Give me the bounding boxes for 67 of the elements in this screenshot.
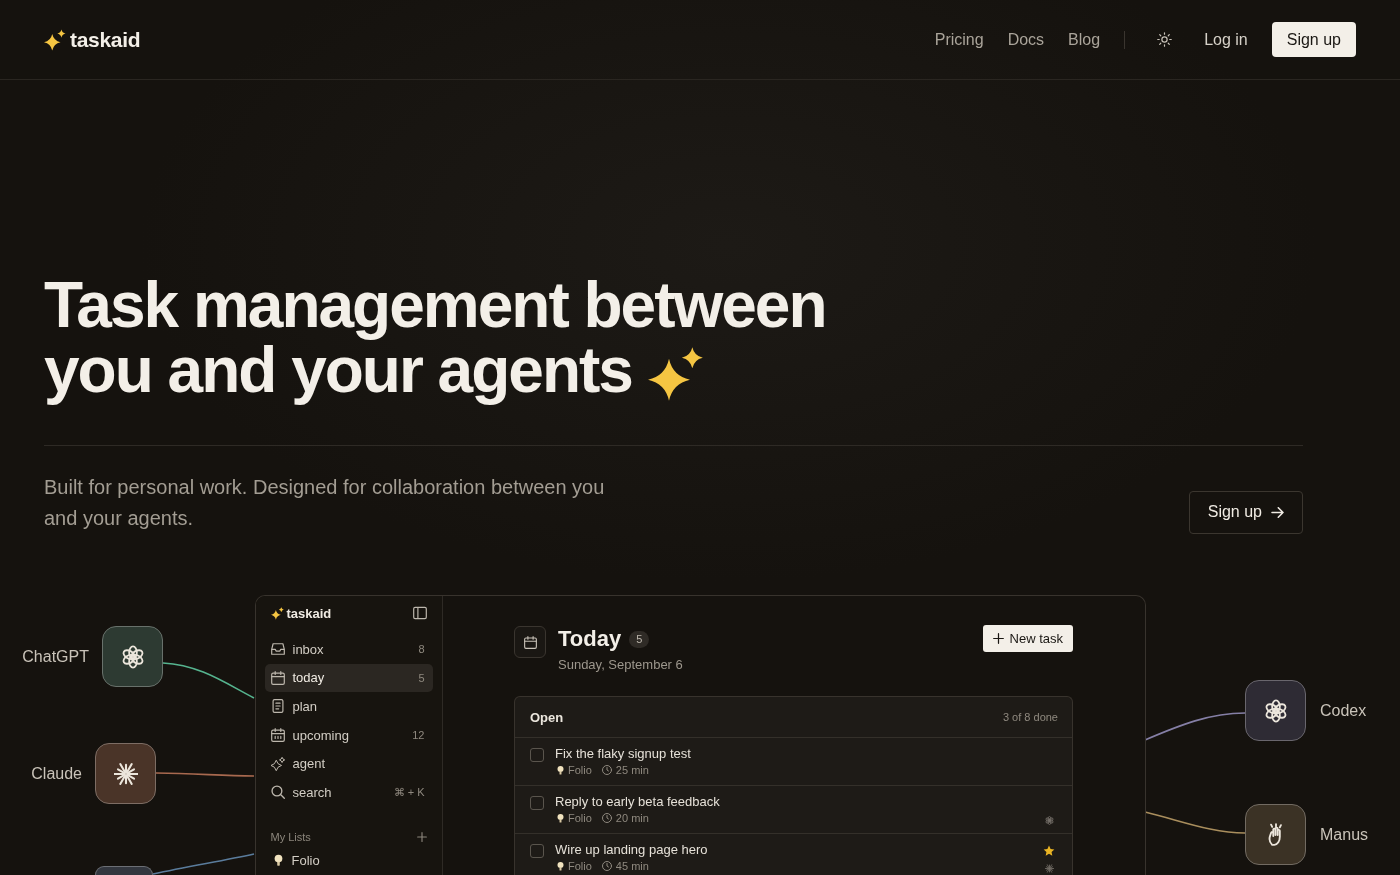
list-name: Folio (568, 764, 592, 776)
clock-icon (601, 861, 612, 871)
nav-link[interactable]: Docs (1007, 30, 1045, 49)
clock-icon (601, 813, 612, 823)
calendar-icon (514, 626, 546, 658)
notebook-icon (270, 699, 285, 714)
signup-button[interactable]: Sign up (1271, 22, 1356, 57)
checkbox[interactable] (530, 844, 544, 858)
duration-text: 25 min (615, 764, 649, 776)
bulb-icon (557, 860, 564, 872)
app-logo: taskaid (286, 605, 332, 621)
bulb-icon (557, 764, 564, 776)
task-title: Wire up landing page hero (555, 842, 709, 858)
add-list-button[interactable] (416, 831, 427, 842)
sidebar-item[interactable]: upcoming 12 (264, 720, 433, 750)
home-logo-link[interactable]: taskaid (44, 27, 141, 52)
sparkles-icon (270, 606, 284, 620)
sidebar-item[interactable]: plan (264, 692, 433, 721)
section-title: Open (530, 709, 564, 725)
duration-text: 20 min (615, 812, 649, 824)
agent-label: Codex (1320, 701, 1367, 720)
plus-icon (416, 831, 427, 842)
task-title: Fix the flaky signup test (555, 746, 692, 762)
checkbox[interactable] (530, 748, 544, 762)
progress-text: 3 of 8 done (1002, 711, 1058, 723)
sidebar-toggle-button[interactable] (412, 606, 427, 620)
nav-link[interactable]: Pricing (934, 30, 984, 49)
new-task-button[interactable]: New task (982, 625, 1073, 652)
sidebar-icon (412, 606, 427, 620)
nav-link[interactable]: Blog (1068, 30, 1101, 49)
calendar-icon (270, 670, 285, 685)
search-icon (270, 785, 285, 800)
hero-title: Task management between (44, 273, 826, 338)
count-badge: 5 (629, 630, 650, 648)
sidebar-item[interactable]: agent (264, 749, 433, 778)
section-label: My Lists (270, 830, 311, 843)
page-title: Today (558, 626, 622, 652)
arrow-right-icon (1271, 506, 1284, 518)
list-name: Folio (568, 860, 592, 872)
list-item[interactable]: Folio (264, 845, 433, 875)
checkbox[interactable] (530, 796, 544, 810)
agent-label: ChatGPT (22, 647, 89, 666)
signup-button[interactable]: Sign up (1188, 490, 1303, 534)
inbox-icon (270, 642, 285, 657)
date-text: Sunday, September 6 (558, 657, 683, 673)
calendar-icon (270, 728, 285, 743)
sparkles-icon (270, 756, 285, 771)
sun-icon (1157, 32, 1173, 47)
sidebar-item[interactable]: today 5 (264, 663, 433, 693)
list-name: Folio (568, 812, 592, 824)
task-title: Reply to early beta feedback (555, 794, 721, 810)
sparkles-icon (44, 28, 66, 51)
burst-icon (1044, 864, 1054, 873)
sidebar-item[interactable]: inbox 8 (264, 635, 433, 664)
agent-label: Claude (31, 764, 82, 783)
hero-subtitle: Built for personal work. Designed for collaboration between you and your agents. (44, 474, 606, 531)
sparkles-icon (647, 345, 704, 402)
login-link[interactable]: Log in (1204, 30, 1248, 49)
plus-icon (992, 633, 1004, 644)
bulb-icon (557, 812, 564, 824)
duration-text: 45 min (615, 860, 649, 872)
agent-label: Manus (1320, 825, 1369, 844)
star-icon (1043, 845, 1055, 857)
sidebar-item[interactable]: search ⌘ + K (264, 777, 433, 807)
clock-icon (601, 765, 612, 775)
bulb-icon (273, 853, 283, 867)
flower-icon (1044, 816, 1054, 825)
